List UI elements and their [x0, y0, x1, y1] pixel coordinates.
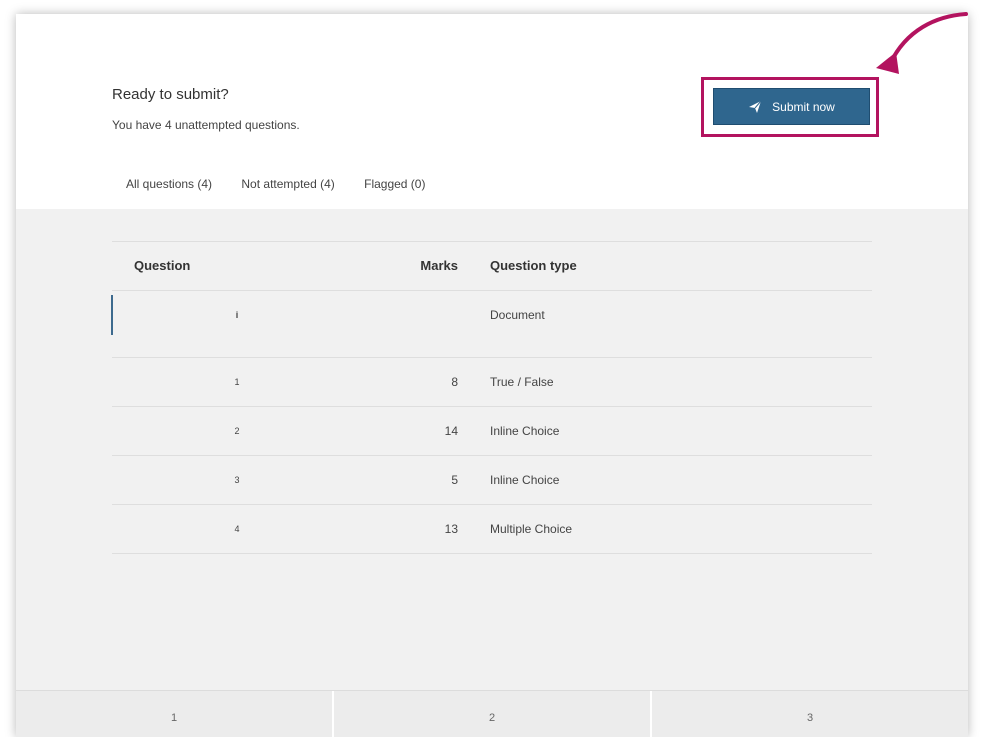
question-type: Multiple Choice — [490, 522, 573, 536]
submit-review-panel: Ready to submit? You have 4 unattempted … — [16, 14, 968, 737]
submit-now-label: Submit now — [772, 99, 835, 114]
tab-all-questions[interactable]: All questions (4) — [126, 177, 212, 191]
tab-not-attempted[interactable]: Not attempted (4) — [241, 177, 334, 191]
question-marks: 13 — [444, 522, 458, 536]
document-marks — [390, 291, 458, 339]
tab-flagged[interactable]: Flagged (0) — [364, 177, 425, 191]
curved-arrow-icon — [876, 12, 968, 74]
submit-now-button[interactable]: Submit now — [713, 88, 870, 125]
page-3-button[interactable]: 3 — [652, 691, 968, 737]
document-type: Document — [490, 308, 545, 322]
question-type: Inline Choice — [490, 424, 560, 438]
document-row[interactable]: i Document — [111, 291, 872, 339]
unattempted-notice: You have 4 unattempted questions. — [112, 118, 300, 132]
question-number: 3 — [234, 475, 240, 485]
page-1-button[interactable]: 1 — [16, 691, 334, 737]
paper-plane-icon — [748, 100, 762, 114]
question-type: True / False — [490, 375, 554, 389]
question-number: 1 — [234, 377, 240, 387]
questions-table: Question Marks Question type i Document … — [111, 241, 872, 554]
column-question-type: Question type — [490, 258, 577, 273]
column-question: Question — [134, 258, 191, 273]
question-type: Inline Choice — [490, 473, 560, 487]
table-header: Question Marks Question type — [112, 241, 872, 291]
question-marks: 8 — [451, 375, 458, 389]
table-divider — [112, 339, 872, 358]
column-marks: Marks — [420, 258, 458, 273]
header: Ready to submit? You have 4 unattempted … — [16, 14, 968, 209]
question-number: 4 — [234, 524, 240, 534]
table-row[interactable]: 4 13 Multiple Choice — [112, 505, 872, 554]
table-row[interactable]: 3 5 Inline Choice — [112, 456, 872, 505]
question-number: 2 — [234, 426, 240, 436]
table-row[interactable]: 1 8 True / False — [112, 358, 872, 407]
document-info-icon: i — [235, 310, 239, 320]
question-marks: 14 — [444, 424, 458, 438]
question-marks: 5 — [451, 473, 458, 487]
table-row[interactable]: 2 14 Inline Choice — [112, 407, 872, 456]
question-pagination: 1 2 3 — [16, 690, 968, 737]
filter-tabs: All questions (4) Not attempted (4) Flag… — [126, 177, 451, 191]
page-2-button[interactable]: 2 — [334, 691, 652, 737]
page-title: Ready to submit? — [112, 86, 229, 103]
